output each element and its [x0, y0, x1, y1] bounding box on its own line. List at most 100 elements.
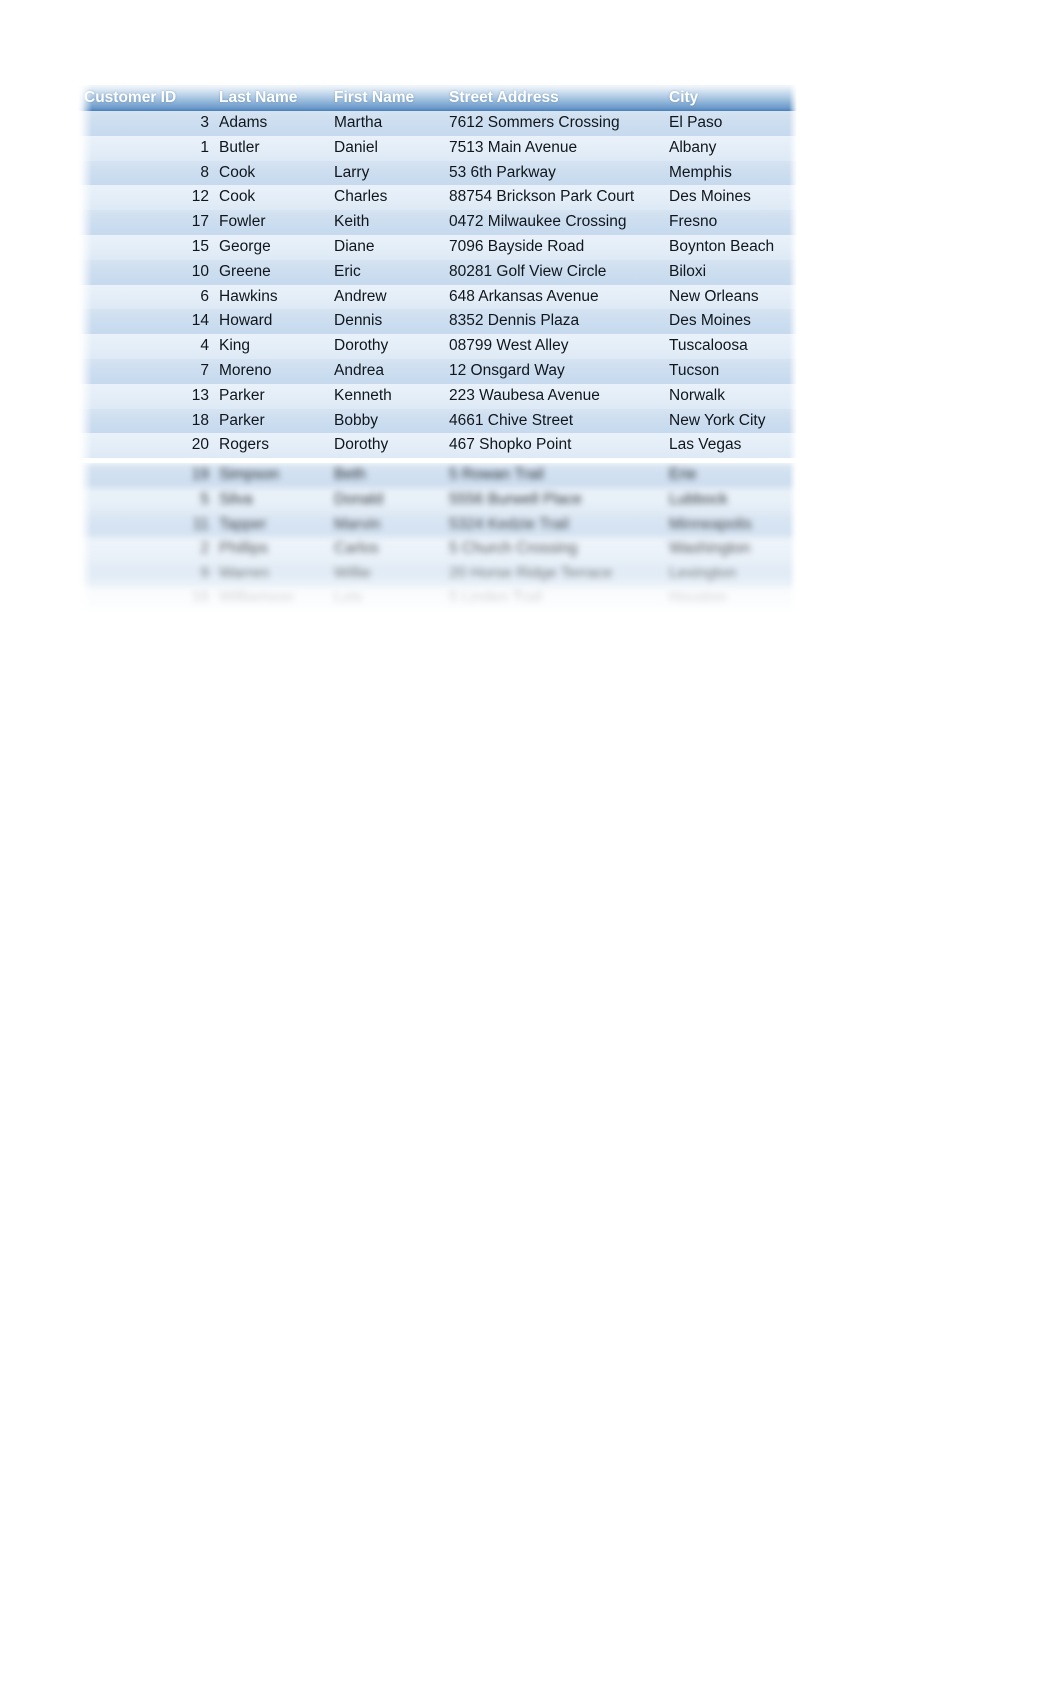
cell-first-name[interactable]: Marvin [328, 512, 443, 538]
cell-city[interactable]: Des Moines [663, 309, 797, 335]
cell-last-name[interactable]: Phillips [213, 537, 328, 563]
column-header-customer-id[interactable]: Customer ID [78, 85, 213, 111]
table-row[interactable]: 6 Hawkins Andrew 648 Arkansas Avenue New Orl… [78, 284, 797, 310]
cell-first-name[interactable]: Lois [328, 586, 443, 612]
table-row[interactable]: 12 Cook Charles 88754 Brickson Park Court De… [78, 185, 797, 211]
cell-first-name[interactable]: Keith [328, 210, 443, 235]
cell-city[interactable]: Albany [663, 135, 797, 161]
cell-street-address[interactable]: 5 Linden Trail [443, 586, 663, 612]
cell-last-name[interactable]: Simpson [213, 463, 328, 488]
cell-last-name[interactable]: Moreno [213, 358, 328, 384]
cell-street-address[interactable]: 8352 Dennis Plaza [443, 309, 663, 335]
cell-first-name[interactable]: Charles [328, 185, 443, 211]
table-row[interactable]: 17 Fowler Keith 0472 Milwaukee Crossing Fres… [78, 210, 797, 235]
cell-customer-id[interactable]: 9 [78, 562, 213, 587]
cell-street-address[interactable]: 08799 West Alley [443, 334, 663, 359]
cell-first-name[interactable]: Daniel [328, 135, 443, 161]
cell-customer-id[interactable]: 14 [78, 309, 213, 335]
cell-city[interactable]: Houston [663, 586, 797, 612]
cell-customer-id[interactable]: 19 [78, 463, 213, 488]
cell-customer-id[interactable]: 10 [78, 259, 213, 285]
cell-street-address[interactable]: 80281 Golf View Circle [443, 259, 663, 285]
cell-customer-id[interactable]: 8 [78, 160, 213, 186]
cell-city[interactable]: Biloxi [663, 259, 797, 285]
cell-last-name[interactable]: King [213, 334, 328, 359]
cell-street-address[interactable]: 648 Arkansas Avenue [443, 284, 663, 310]
cell-first-name[interactable]: Donald [328, 487, 443, 513]
cell-city[interactable]: Memphis [663, 160, 797, 186]
table-row[interactable]: 11 Tapper Marvin 5324 Kedzie Trail Minneapol… [78, 512, 797, 538]
cell-customer-id[interactable]: 13 [78, 383, 213, 409]
table-row[interactable]: 8 Cook Larry 53 6th Parkway Memphis [78, 160, 797, 186]
cell-first-name[interactable]: Martha [328, 111, 443, 136]
cell-first-name[interactable]: Eric [328, 259, 443, 285]
cell-last-name[interactable]: Cook [213, 185, 328, 211]
cell-street-address[interactable]: 5 Church Crossing [443, 537, 663, 563]
cell-city[interactable]: New York City [663, 408, 797, 434]
cell-city[interactable]: Las Vegas [663, 433, 797, 459]
cell-street-address[interactable]: 223 Waubesa Avenue [443, 383, 663, 409]
cell-customer-id[interactable]: 20 [78, 433, 213, 459]
column-header-street-address[interactable]: Street Address [443, 85, 663, 111]
cell-street-address[interactable]: 20 Horse Ridge Terrace [443, 562, 663, 587]
cell-street-address[interactable]: 5556 Burwell Place [443, 487, 663, 513]
column-header-first-name[interactable]: First Name [328, 85, 443, 111]
cell-customer-id[interactable]: 2 [78, 537, 213, 563]
cell-customer-id[interactable]: 7 [78, 358, 213, 384]
table-row[interactable]: 1 Butler Daniel 7513 Main Avenue Albany [78, 135, 797, 161]
cell-street-address[interactable]: 7513 Main Avenue [443, 135, 663, 161]
cell-customer-id[interactable]: 3 [78, 111, 213, 136]
cell-customer-id[interactable]: 4 [78, 334, 213, 359]
cell-city[interactable]: New Orleans [663, 284, 797, 310]
cell-last-name[interactable]: Parker [213, 408, 328, 434]
cell-street-address[interactable]: 5 Rowan Trail [443, 463, 663, 488]
table-row[interactable]: 14 Howard Dennis 8352 Dennis Plaza Des Moine… [78, 309, 797, 335]
table-row[interactable]: 16 Williamson Lois 5 Linden Trail Houston [78, 586, 797, 612]
cell-first-name[interactable]: Dorothy [328, 433, 443, 459]
cell-last-name[interactable]: George [213, 234, 328, 260]
cell-last-name[interactable]: Cook [213, 160, 328, 186]
cell-street-address[interactable]: 4661 Chive Street [443, 408, 663, 434]
cell-street-address[interactable]: 0472 Milwaukee Crossing [443, 210, 663, 235]
cell-first-name[interactable]: Andrew [328, 284, 443, 310]
cell-street-address[interactable]: 467 Shopko Point [443, 433, 663, 459]
cell-last-name[interactable]: Howard [213, 309, 328, 335]
table-row[interactable]: 7 Moreno Andrea 12 Onsgard Way Tucson [78, 358, 797, 384]
cell-street-address[interactable]: 7612 Sommers Crossing [443, 111, 663, 136]
table-row[interactable]: 2 Phillips Carlos 5 Church Crossing Washingt… [78, 537, 797, 563]
cell-last-name[interactable]: Tapper [213, 512, 328, 538]
table-row[interactable]: 4 King Dorothy 08799 West Alley Tuscaloosa [78, 334, 797, 359]
cell-last-name[interactable]: Williamson [213, 586, 328, 612]
cell-customer-id[interactable]: 16 [78, 586, 213, 612]
cell-last-name[interactable]: Warren [213, 562, 328, 587]
cell-customer-id[interactable]: 11 [78, 512, 213, 538]
table-row[interactable]: 3 Adams Martha 7612 Sommers Crossing El Paso [78, 111, 797, 136]
cell-first-name[interactable]: Diane [328, 234, 443, 260]
cell-city[interactable]: Lexington [663, 562, 797, 587]
cell-customer-id[interactable]: 6 [78, 284, 213, 310]
cell-first-name[interactable]: Beth [328, 463, 443, 488]
cell-city[interactable]: Tucson [663, 358, 797, 384]
cell-city[interactable]: Norwalk [663, 383, 797, 409]
table-row[interactable]: 5 Silva Donald 5556 Burwell Place Lubbock [78, 487, 797, 513]
cell-street-address[interactable]: 88754 Brickson Park Court [443, 185, 663, 211]
cell-city[interactable]: El Paso [663, 111, 797, 136]
cell-last-name[interactable]: Adams [213, 111, 328, 136]
cell-last-name[interactable]: Silva [213, 487, 328, 513]
table-row[interactable]: 15 George Diane 7096 Bayside Road Boynton Be… [78, 234, 797, 260]
cell-first-name[interactable]: Larry [328, 160, 443, 186]
cell-first-name[interactable]: Dennis [328, 309, 443, 335]
table-row[interactable]: 9 Warren Willie 20 Horse Ridge Terrace Lexin… [78, 562, 797, 587]
cell-customer-id[interactable]: 5 [78, 487, 213, 513]
cell-last-name[interactable]: Rogers [213, 433, 328, 459]
cell-customer-id[interactable]: 17 [78, 210, 213, 235]
cell-city[interactable]: Washington [663, 537, 797, 563]
cell-last-name[interactable]: Fowler [213, 210, 328, 235]
cell-street-address[interactable]: 12 Onsgard Way [443, 358, 663, 384]
cell-last-name[interactable]: Hawkins [213, 284, 328, 310]
table-row[interactable]: 10 Greene Eric 80281 Golf View Circle Biloxi [78, 259, 797, 285]
cell-street-address[interactable]: 5324 Kedzie Trail [443, 512, 663, 538]
table-row[interactable]: 19 Simpson Beth 5 Rowan Trail Erie [78, 463, 797, 488]
table-row[interactable]: 13 Parker Kenneth 223 Waubesa Avenue Norwalk [78, 383, 797, 409]
cell-street-address[interactable]: 7096 Bayside Road [443, 234, 663, 260]
